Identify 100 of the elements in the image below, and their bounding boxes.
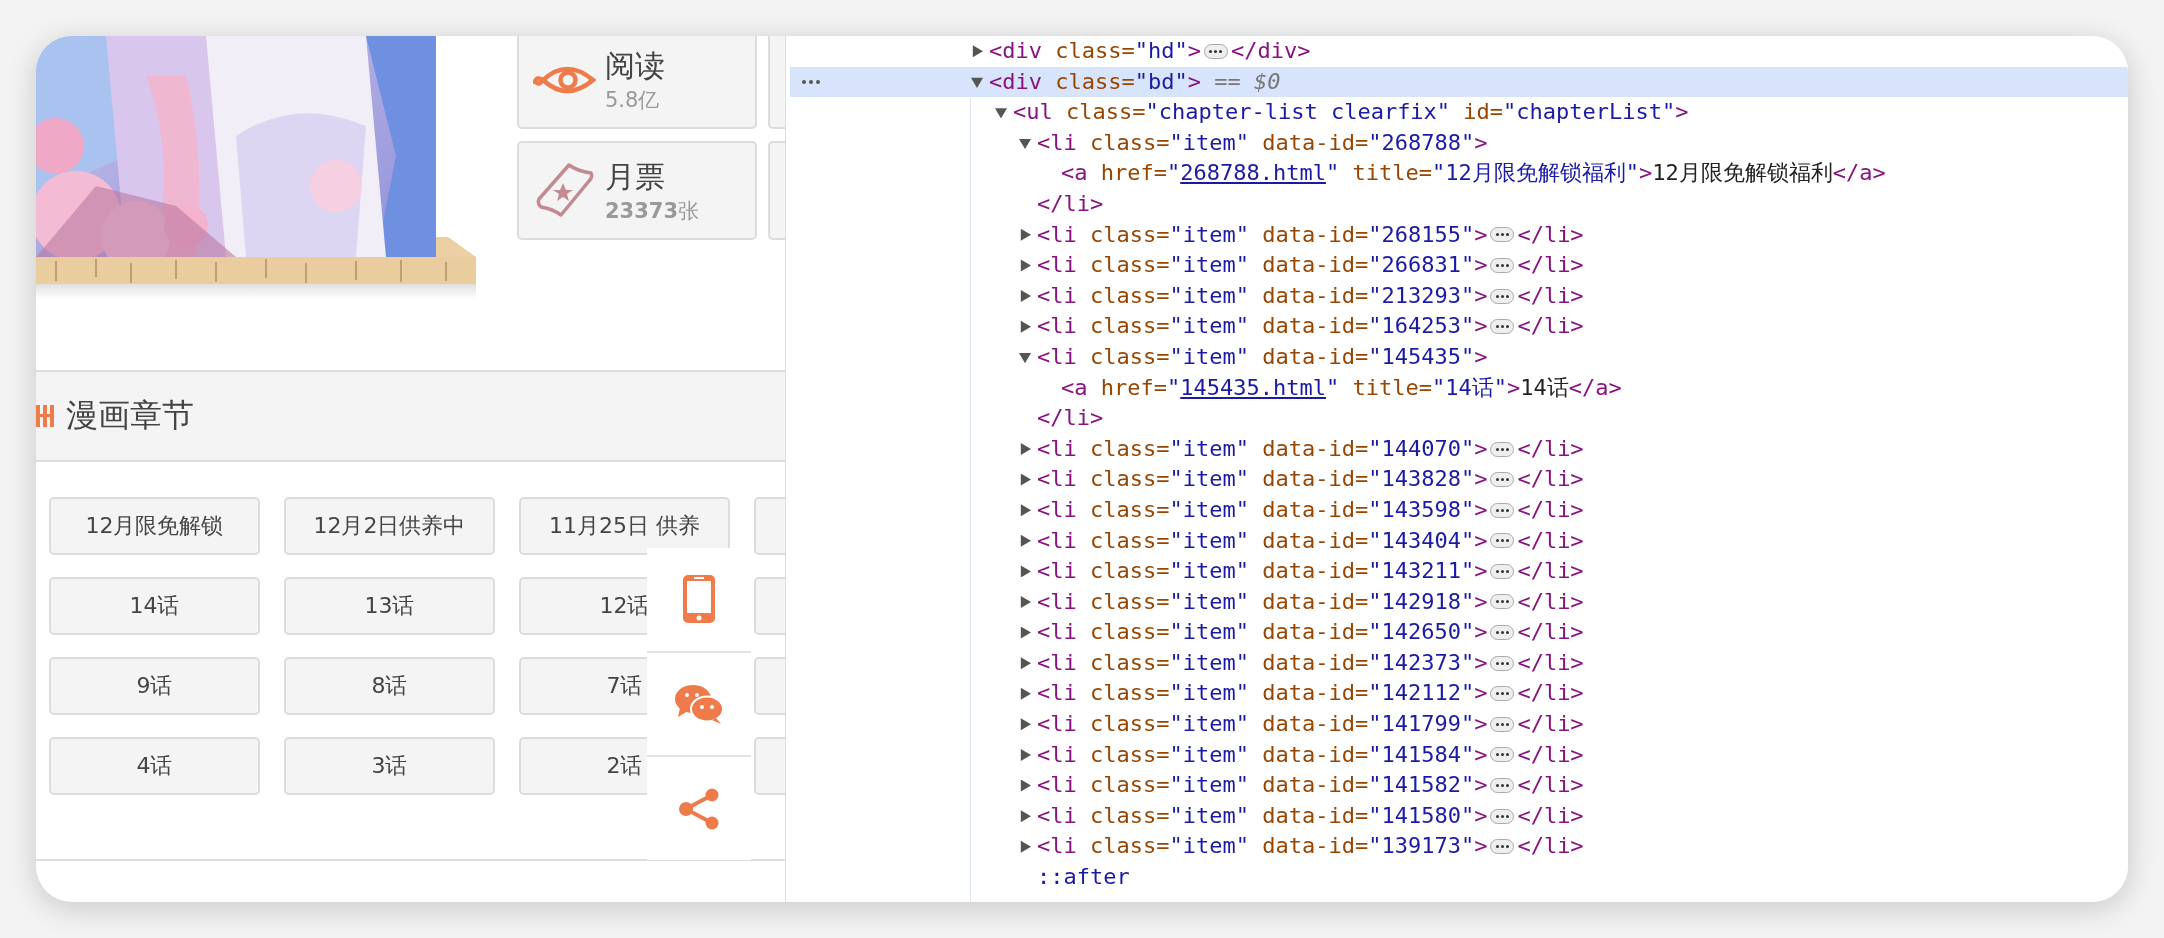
dom-node-row[interactable]: <li class="item" data-id="268155"> </li> [790,219,2128,251]
dom-node-row[interactable]: <li class="item" data-id="143598"> </li> [790,494,2128,526]
ellipsis-badge[interactable] [1490,502,1515,518]
chapter-button[interactable]: 11月25日 供养 [519,497,730,555]
chat-icon[interactable] [674,684,724,724]
code-link[interactable]: 145435.html [1180,374,1326,400]
dom-node-row[interactable]: <li class="item" data-id="142112"> </li> [790,678,2128,710]
ellipsis-badge[interactable] [1490,441,1515,457]
dom-node-row[interactable]: <div class="bd"> == $0 [790,66,2128,98]
code-line: </li> [1517,618,1584,647]
code-line: <div class="hd"> [989,37,1201,65]
phone-icon[interactable] [683,575,715,624]
ellipsis-badge[interactable] [1490,839,1515,855]
share-icon[interactable] [678,787,720,830]
code-line: <li class="item" data-id="143828"> [1037,465,1488,494]
dom-node-row[interactable]: <li class="item" data-id="139173"> </li> [790,831,2128,863]
chapter-button[interactable]: 8话 [284,657,495,715]
code-line: <li class="item" data-id="268788"> [1037,128,1488,157]
code-line: <li class="item" data-id="141584"> [1037,740,1488,769]
code-line: <li class="item" data-id="213293"> [1037,281,1488,310]
ellipsis-badge[interactable] [1490,747,1515,763]
dom-node-row[interactable]: <li class="item" data-id="141584"> </li> [790,739,2128,771]
chapter-button[interactable]: 12月2日供养中 [284,497,495,555]
ellipsis-badge[interactable] [1490,625,1515,641]
code-line: </li> [1517,526,1584,555]
ellipsis-badge[interactable] [1490,655,1515,671]
code-line: </li> [1517,587,1584,616]
chapter-button[interactable]: 3话 [284,737,495,795]
code-line: </li> [1517,740,1584,769]
code-line: </div> [1230,37,1311,65]
code-line: <li class="item" data-id="142112"> [1037,679,1488,708]
code-line: <ul class="chapter-list clearfix" id="chapterList"> [1013,98,1689,127]
dom-node-row[interactable]: <li class="item" data-id="213293"> </li> [790,280,2128,312]
code-line: </li> [1517,648,1584,677]
ellipsis-badge[interactable] [1490,288,1515,304]
dom-node-row[interactable]: <li class="item" data-id="141580"> </li> [790,800,2128,832]
ellipsis-badge[interactable] [1490,778,1515,794]
chapter-button[interactable]: 4话 [49,737,260,795]
ellipsis-badge[interactable] [1490,686,1515,702]
dom-node-row[interactable]: <li class="item" data-id="143211"> </li> [790,556,2128,587]
dom-node-row[interactable]: <ul class="chapter-list clearfix" id="chapterList"> [790,97,2128,128]
ellipsis-badge[interactable] [1490,257,1515,273]
stat-label: 月票 [605,157,666,196]
code-line: <li class="item" data-id="142373"> [1037,648,1488,677]
section-icon [36,405,54,427]
section-title: 漫画章节 [66,395,194,436]
chapter-button[interactable]: 12月限免解锁 [49,497,260,555]
ellipsis-badge[interactable] [1490,563,1515,579]
code-line: <li class="item" data-id="142918"> [1037,587,1488,616]
ellipsis-badge[interactable] [1490,594,1515,610]
dom-node-row[interactable]: <a href="268788.html" title="12月限免解锁福利">12月限免解锁福利</a> [790,158,2128,189]
code-line: <a href="145435.html" title="14话">14话</a> [1061,373,1622,402]
chapter-button[interactable]: 13话 [284,577,495,635]
code-line: <li class="item" data-id="144070"> [1037,434,1488,463]
code-line: </li> [1517,679,1584,708]
code-line: </li> [1517,251,1584,280]
code-line: <li class="item" data-id="141580"> [1037,801,1488,830]
dom-node-row[interactable]: <a href="145435.html" title="14话">14话</a> [790,372,2128,404]
code-line: <li class="item" data-id="143404"> [1037,526,1488,555]
ellipsis-badge[interactable] [1490,716,1515,732]
dom-node-row[interactable]: <li class="item" data-id="164253"> </li> [790,311,2128,342]
ellipsis-badge[interactable] [1490,319,1515,335]
code-line: </li> [1517,220,1584,249]
code-line: <li class="item" data-id="145435"> [1037,342,1488,371]
dom-node-row[interactable]: <li class="item" data-id="145435"> [790,341,2128,373]
code-line: <li class="item" data-id="141582"> [1037,771,1488,800]
code-line: <li class="item" data-id="139173"> [1037,832,1488,861]
dom-node-row[interactable]: <li class="item" data-id="141582"> </li> [790,770,2128,801]
ellipsis-badge[interactable] [1490,227,1515,243]
ellipsis-badge[interactable] [1490,808,1515,824]
dom-node-row[interactable]: <li class="item" data-id="142373"> </li> [790,647,2128,679]
code-line: </li> [1517,434,1584,463]
dom-node-row[interactable]: <li class="item" data-id="266831"> </li> [790,250,2128,281]
code-line: <li class="item" data-id="143211"> [1037,557,1488,586]
dom-node-row[interactable]: <li class="item" data-id="143404"> </li> [790,525,2128,557]
dom-node-row[interactable]: <li class="item" data-id="268788"> [790,127,2128,159]
ellipsis-badge[interactable] [1490,472,1515,488]
chapter-button[interactable]: 14话 [49,577,260,635]
stat-value: 5.8亿 [605,86,661,114]
code-line: </li> [1517,557,1584,586]
code-line: </li> [1517,771,1584,800]
code-line: <div class="bd"> == $0 [989,67,1281,96]
code-line: <li class="item" data-id="142650"> [1037,618,1488,647]
stat-label: 阅读 [605,46,665,85]
code-line: </li> [1517,281,1584,310]
ellipsis-badge[interactable] [1490,533,1515,549]
dom-node-row[interactable]: <li class="item" data-id="141799"> </li> [790,709,2128,740]
dom-node-row[interactable]: ::after [790,862,2128,893]
dom-node-row[interactable]: <li class="item" data-id="142650"> </li> [790,617,2128,648]
ellipsis-badge[interactable] [1203,43,1228,59]
code-line: </li> [1517,801,1584,830]
chapter-button[interactable]: 9话 [49,657,260,715]
dom-node-row[interactable]: <li class="item" data-id="144070"> </li> [790,433,2128,465]
dom-node-row[interactable]: <li class="item" data-id="143828"> </li> [790,464,2128,495]
dom-node-row[interactable]: <li class="item" data-id="142918"> </li> [790,586,2128,618]
dom-node-row[interactable]: <div class="hd"> </div> [790,36,2128,67]
code-line: <li class="item" data-id="268155"> [1037,220,1488,249]
code-link[interactable]: 268788.html [1180,160,1326,186]
code-line: </li> [1517,465,1584,494]
more-icon[interactable] [802,79,820,84]
